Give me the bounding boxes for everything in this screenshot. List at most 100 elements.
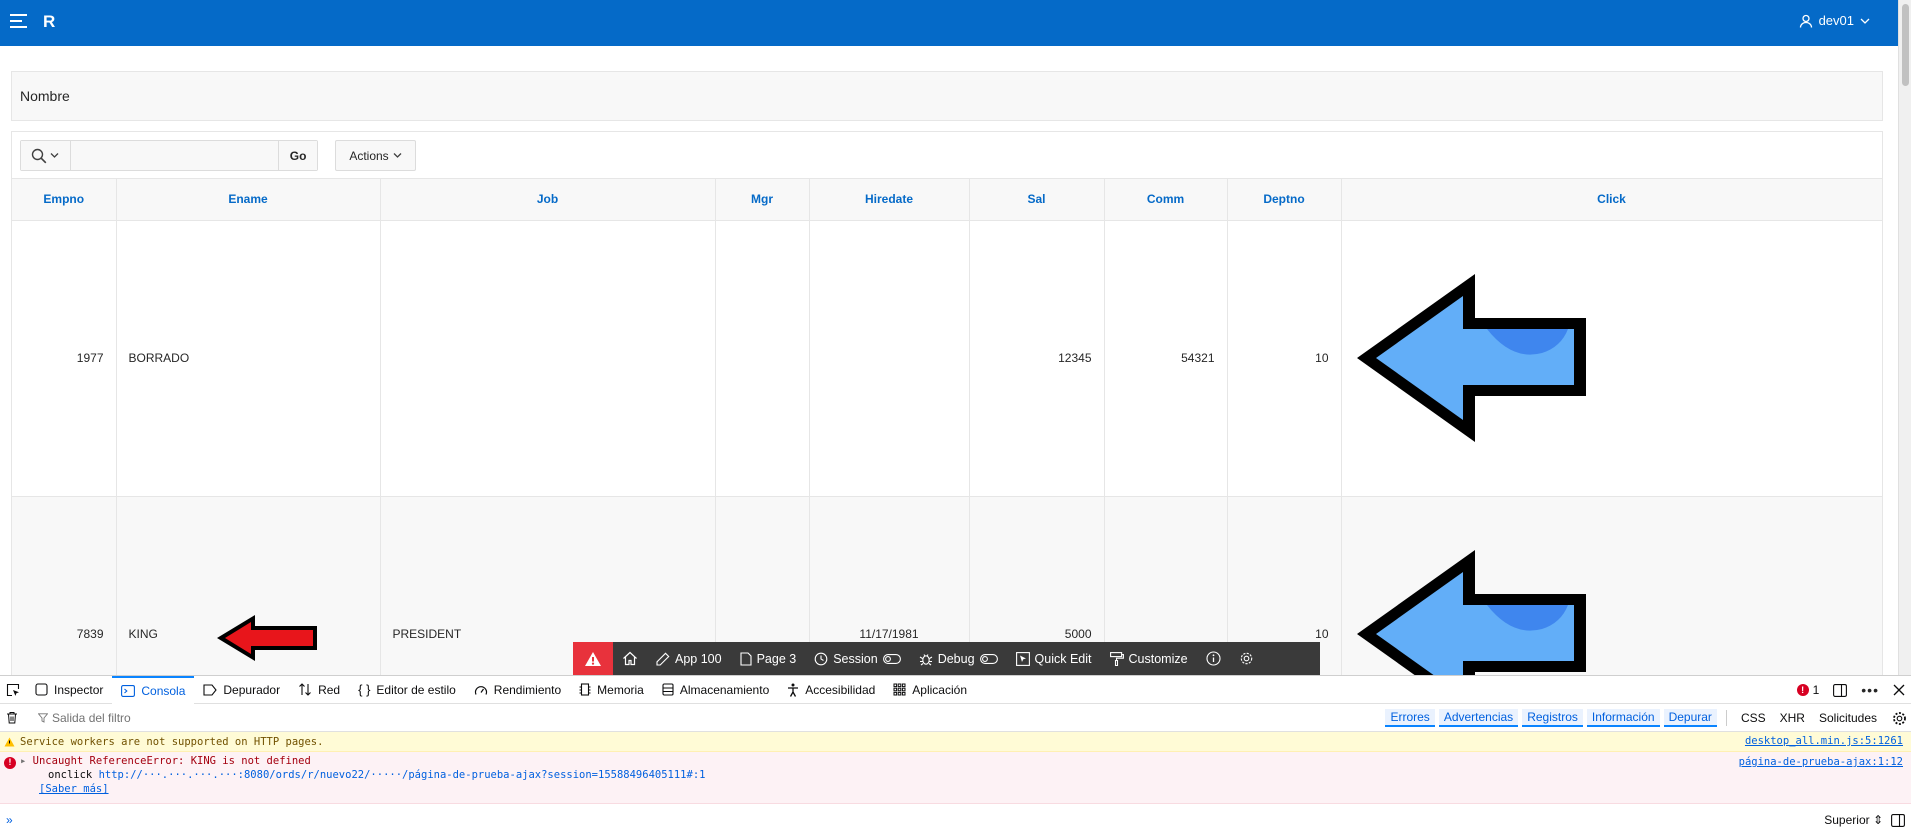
dev-home-button[interactable]: [613, 642, 647, 675]
column-header-deptno[interactable]: Deptno: [1227, 179, 1342, 221]
tab-memory[interactable]: Memoria: [570, 676, 653, 704]
menu-icon[interactable]: [10, 14, 27, 30]
error-location-link[interactable]: página-de-prueba-ajax:1:12: [1739, 756, 1903, 768]
column-header-comm[interactable]: Comm: [1104, 179, 1228, 221]
column-header-mgr[interactable]: Mgr: [715, 179, 810, 221]
browser-viewport: R dev01 Nombre Go Actions Empno Ename Jo…: [0, 0, 1911, 835]
filter-debug[interactable]: Depurar: [1663, 709, 1717, 727]
toggle-icon: [882, 653, 901, 664]
filter-divider: [1725, 710, 1727, 726]
cell-click: [1341, 220, 1882, 497]
user-menu[interactable]: dev01: [1799, 13, 1870, 28]
filter-requests[interactable]: Solicitudes: [1814, 710, 1882, 726]
tab-performance[interactable]: Rendimiento: [465, 676, 570, 704]
column-header-row: Empno Ename Job Mgr Hiredate Sal Comm De…: [12, 179, 1882, 221]
dev-app-label: App 100: [675, 651, 722, 666]
tab-console-label: Consola: [141, 683, 186, 698]
column-header-click[interactable]: Click: [1341, 179, 1882, 221]
sidebar-toggle-icon[interactable]: [1891, 814, 1905, 827]
tab-performance-label: Rendimiento: [493, 682, 562, 697]
column-header-ename[interactable]: Ename: [116, 179, 381, 221]
actions-menu-button[interactable]: Actions: [335, 140, 416, 171]
cell-deptno: 10: [1227, 220, 1342, 497]
search-icon: [32, 148, 47, 163]
cell-job: [380, 220, 716, 497]
dev-customize-button[interactable]: Customize: [1101, 642, 1197, 675]
error-icon: !: [4, 757, 16, 769]
dev-debug-button[interactable]: Debug: [910, 642, 1007, 675]
warning-text: Service workers are not supported on HTT…: [20, 735, 324, 748]
tab-network[interactable]: Red: [289, 676, 349, 704]
trash-icon[interactable]: [6, 711, 18, 724]
tab-memory-label: Memoria: [597, 682, 644, 697]
app-header: R dev01: [0, 0, 1898, 46]
tab-console[interactable]: Consola: [112, 675, 195, 704]
error-url-link[interactable]: http://···.···.···.···:8080/ords/r/nuevo…: [99, 769, 706, 781]
arrow-left-icon[interactable]: [1354, 547, 1590, 676]
column-header-sal[interactable]: Sal: [969, 179, 1105, 221]
context-selector-label: Superior: [1824, 813, 1870, 827]
column-header-job[interactable]: Job: [380, 179, 716, 221]
storage-icon: [662, 683, 674, 696]
dev-page-button[interactable]: Page 3: [731, 642, 806, 675]
dev-toolbar-alert[interactable]: [573, 642, 613, 675]
tab-storage[interactable]: Almacenamiento: [653, 676, 778, 704]
dev-quick-edit-label: Quick Edit: [1034, 651, 1092, 666]
filter-warnings[interactable]: Advertencias: [1438, 709, 1519, 727]
more-options-icon[interactable]: •••: [1861, 682, 1879, 698]
column-header-empno[interactable]: Empno: [12, 179, 117, 221]
dev-app-button[interactable]: App 100: [647, 642, 731, 675]
dev-quick-edit-button[interactable]: Quick Edit: [1007, 642, 1101, 675]
scrollbar-thumb[interactable]: [1902, 4, 1909, 86]
dev-session-button[interactable]: Session: [805, 642, 909, 675]
tab-network-label: Red: [318, 682, 341, 697]
error-count-badge[interactable]: ! 1: [1796, 683, 1819, 697]
expand-arrow-icon[interactable]: ▸: [20, 755, 33, 767]
element-picker-button[interactable]: [0, 676, 26, 704]
filter-logs[interactable]: Registros: [1522, 709, 1583, 727]
page-scrollbar[interactable]: [1898, 0, 1911, 675]
user-icon: [1799, 14, 1812, 28]
search-input[interactable]: [70, 141, 279, 170]
cell-sal: 12345: [969, 220, 1105, 497]
red-arrow-icon: [217, 615, 317, 661]
gear-icon[interactable]: [1892, 711, 1907, 726]
warning-location-link[interactable]: desktop_all.min.js:5:1261: [1745, 735, 1903, 747]
region-title: Nombre: [11, 71, 1883, 121]
console-filter-input[interactable]: Salida del filtro: [38, 711, 131, 725]
go-button[interactable]: Go: [278, 141, 317, 170]
braces-icon: { }: [358, 682, 371, 697]
element-picker-icon: [6, 683, 20, 696]
error-first-line[interactable]: ▸ Uncaught ReferenceError: KING is not d…: [0, 755, 1911, 767]
filter-errors[interactable]: Errores: [1385, 709, 1435, 727]
devtools-controls: ! 1 •••: [1796, 676, 1905, 704]
tab-debugger[interactable]: Depurador: [194, 676, 289, 704]
tab-application[interactable]: Aplicación: [884, 676, 976, 704]
column-header-hiredate[interactable]: Hiredate: [809, 179, 970, 221]
console-prompt-icon: »: [6, 813, 13, 827]
tab-style-editor[interactable]: { } Editor de estilo: [349, 676, 465, 704]
dev-info-button[interactable]: [1197, 642, 1230, 675]
context-selector[interactable]: Superior ⇕: [1824, 813, 1883, 827]
close-icon[interactable]: [1893, 684, 1905, 696]
dock-side-icon[interactable]: [1833, 683, 1848, 697]
tab-inspector[interactable]: Inspector: [26, 676, 112, 704]
dev-settings-button[interactable]: [1230, 642, 1263, 675]
toggle-icon: [979, 653, 998, 664]
filter-info[interactable]: Información: [1586, 709, 1660, 727]
filter-css[interactable]: CSS: [1736, 710, 1771, 726]
app-logo[interactable]: R: [43, 12, 55, 32]
debugger-icon: [203, 683, 218, 696]
tab-style-editor-label: Editor de estilo: [376, 682, 456, 697]
arrow-left-icon[interactable]: [1354, 271, 1590, 445]
warning-icon: [4, 737, 15, 746]
tab-accessibility[interactable]: Accesibilidad: [778, 676, 884, 704]
learn-more-link[interactable]: [Saber más]: [0, 783, 1911, 795]
console-input[interactable]: » Superior ⇕: [0, 804, 1911, 835]
tab-application-label: Aplicación: [912, 682, 967, 697]
memory-icon: [579, 683, 591, 696]
search-group: Go: [20, 140, 318, 171]
search-column-button[interactable]: [21, 141, 71, 170]
tab-accessibility-label: Accesibilidad: [805, 682, 876, 697]
filter-xhr[interactable]: XHR: [1775, 710, 1810, 726]
